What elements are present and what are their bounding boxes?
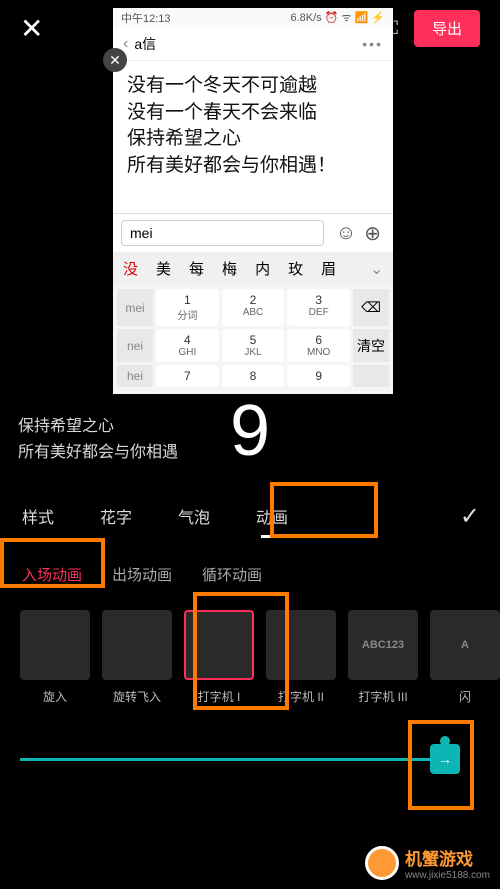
subtab-row: 入场动画 出场动画 循环动画 bbox=[0, 550, 500, 599]
tab-style[interactable]: 样式 bbox=[20, 496, 56, 536]
watermark: 机蟹游戏 www.jixie5188.com bbox=[365, 845, 490, 881]
anim-item[interactable]: 打字机 I bbox=[184, 610, 254, 705]
subtab-enter[interactable]: 入场动画 bbox=[20, 558, 84, 591]
status-icons: 6.8K/s ⏰ ᯤ 📶 ⚡ bbox=[290, 10, 385, 26]
phone-preview: 中午12:13 6.8K/s ⏰ ᯤ 📶 ⚡ ‹ a信 ••• 没有一个冬天不可… bbox=[113, 8, 393, 394]
plus-icon: ⊕ bbox=[364, 221, 381, 246]
anim-item[interactable]: 旋转飞入 bbox=[102, 610, 172, 705]
duration-slider[interactable] bbox=[20, 758, 440, 761]
animation-list: 旋入 旋转飞入 打字机 I 打字机 II ABC123 打字机 III A 闪 bbox=[20, 610, 500, 705]
back-icon: ‹ bbox=[123, 35, 128, 53]
anim-item[interactable]: 打字机 II bbox=[266, 610, 336, 705]
slider-handle[interactable] bbox=[430, 744, 460, 774]
export-button[interactable]: 导出 bbox=[414, 10, 480, 47]
close-icon[interactable]: ✕ bbox=[20, 12, 43, 45]
keyboard: mei 1分词 2ABC 3DEF ⌫ nei 4GHI 5JKL 6MNO 清… bbox=[113, 285, 393, 394]
chevron-down-icon: ⌄ bbox=[370, 260, 383, 278]
emoji-icon: ☺ bbox=[336, 222, 356, 245]
anim-item[interactable]: A 闪 bbox=[430, 610, 500, 705]
close-text-icon[interactable]: ✕ bbox=[103, 48, 127, 72]
anim-item[interactable]: ABC123 打字机 III bbox=[348, 610, 418, 705]
tab-flower[interactable]: 花字 bbox=[98, 496, 134, 536]
backspace-icon: ⌫ bbox=[353, 289, 389, 326]
anim-item[interactable]: 旋入 bbox=[20, 610, 90, 705]
subtab-loop[interactable]: 循环动画 bbox=[200, 558, 264, 591]
status-time: 中午12:13 bbox=[121, 10, 171, 26]
suggestion-row: 没 美 每 梅 内 玫 眉 ⌄ bbox=[113, 252, 393, 285]
watermark-icon bbox=[365, 846, 399, 880]
subtab-exit[interactable]: 出场动画 bbox=[110, 558, 174, 591]
text-input: mei bbox=[121, 220, 324, 246]
more-icon: ••• bbox=[362, 36, 383, 52]
tab-bubble[interactable]: 气泡 bbox=[176, 496, 212, 536]
tab-animation[interactable]: 动画 bbox=[254, 496, 290, 536]
text-preview: 保持希望之心 所有美好都会与你相遇 bbox=[18, 414, 178, 465]
confirm-icon[interactable]: ✓ bbox=[460, 502, 480, 531]
chat-text: 没有一个冬天不可逾越 没有一个春天不会来临 保持希望之心 所有美好都会与你相遇！ bbox=[113, 61, 393, 191]
chat-title: a信 bbox=[134, 34, 156, 54]
tab-row: 样式 花字 气泡 动画 ✓ bbox=[0, 490, 500, 542]
countdown-number: 9 bbox=[230, 390, 270, 472]
